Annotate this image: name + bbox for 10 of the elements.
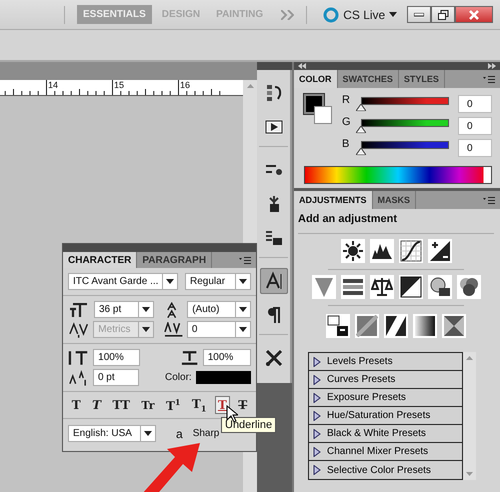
ruler-number: 16 (179, 80, 190, 90)
ruler-number: 14 (47, 80, 58, 90)
antialias-label: a (176, 426, 183, 441)
channel-label: B (342, 138, 350, 150)
channel-label: G (342, 116, 352, 128)
tooltip: Underline (221, 417, 276, 433)
channel-label: R (342, 94, 351, 106)
color-label: Color: (165, 372, 192, 383)
ruler-number: 15 (113, 80, 124, 90)
panel-heading: Add an adjustment (298, 209, 494, 234)
